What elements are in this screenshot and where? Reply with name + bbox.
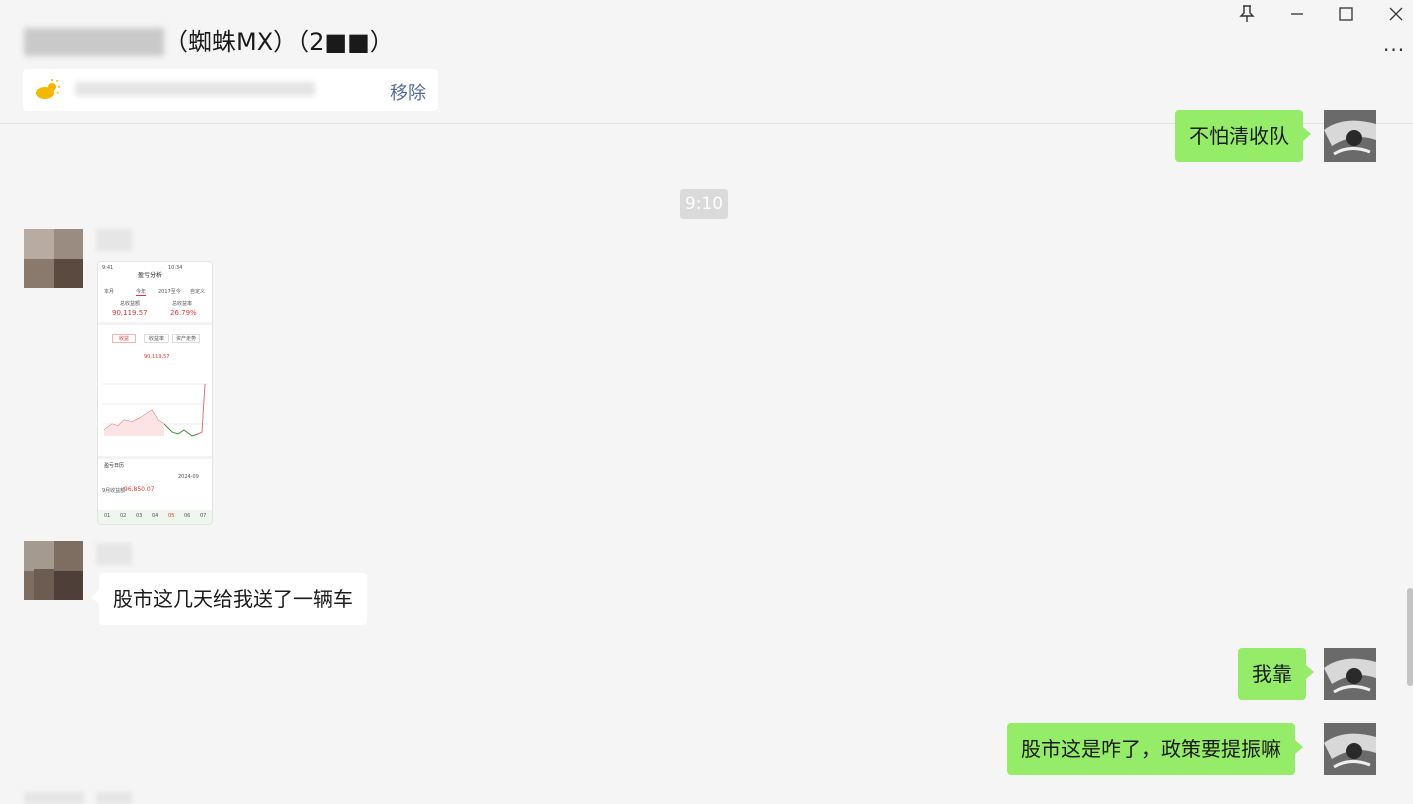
shot-day: 07 [200, 513, 207, 519]
shot-tab: 今年 [136, 289, 147, 295]
sender-nickname [96, 543, 132, 565]
message-timestamp: 9:10 [680, 189, 728, 219]
shot-day: 06 [184, 513, 191, 519]
avatar-other[interactable] [24, 541, 83, 600]
shot-tab: 2017至今 [158, 289, 181, 295]
more-icon[interactable]: ··· [1383, 38, 1405, 62]
avatar-mine[interactable] [1324, 648, 1376, 700]
pin-icon[interactable] [1224, 0, 1270, 28]
avatar-other[interactable] [24, 229, 83, 288]
minimize-icon[interactable] [1274, 0, 1320, 28]
close-icon[interactable] [1373, 0, 1413, 28]
shot-day: 03 [136, 513, 143, 519]
avatar-mine[interactable] [1324, 110, 1376, 162]
sender-nickname [96, 229, 132, 251]
shot-label: 总收益额 [120, 301, 141, 307]
shot-day: 05 [168, 513, 175, 519]
shot-label: 9月收益额 [102, 488, 126, 494]
avatar-mine[interactable] [1324, 723, 1376, 775]
message-bubble-mine[interactable]: 股市这是咋了，政策要提振嘛 [1007, 723, 1303, 775]
message-bubble-mine[interactable]: 我靠 [1238, 648, 1314, 700]
shot-value: 26.79% [170, 309, 197, 317]
shot-line-chart [102, 383, 208, 437]
shot-label: 总收益率 [172, 301, 193, 307]
message-bubble-other[interactable]: 股市这几天给我送了一辆车 [91, 573, 367, 625]
title-blurred: ■■■■■■ [24, 28, 164, 56]
notice-bar: ■■■■■■■■■■■■■■■ 移除 [23, 69, 438, 111]
shot-pill: 资产走势 [172, 334, 201, 343]
shot-value: 90,119.57 [112, 309, 148, 317]
shot-section-title: 盈亏日历 [104, 463, 125, 469]
notice-text: ■■■■■■■■■■■■■■■ [75, 82, 315, 96]
scrollbar[interactable] [1407, 588, 1413, 686]
message-bubble-mine[interactable]: 不怕清收队 [1175, 110, 1311, 162]
shot-mid-value: 90,119.57 [144, 354, 170, 360]
shot-day: 01 [104, 513, 111, 519]
chat-title: ■■■■■■ （蜘蛛MX）（2■■） [24, 24, 394, 60]
weather-icon [35, 79, 61, 105]
shot-tab: 自定义 [190, 289, 206, 295]
image-message[interactable]: 9:41 10:34 盈亏分析 本月 今年 2017至今 自定义 总收益额 总收… [98, 262, 212, 524]
shot-header: 盈亏分析 [138, 272, 163, 279]
title-text: （蜘蛛MX）（2■■） [164, 28, 394, 56]
shot-tab-underline [136, 295, 146, 296]
shot-pill: 收益率 [144, 334, 170, 343]
remove-button[interactable]: 移除 [390, 79, 426, 105]
avatar-partial [24, 792, 84, 804]
maximize-icon[interactable] [1323, 0, 1369, 28]
shot-month: 2024-09 [178, 474, 199, 480]
shot-day: 02 [120, 513, 127, 519]
sender-nickname [96, 792, 132, 804]
shot-day: 04 [152, 513, 159, 519]
shot-pill: 收益 [112, 334, 137, 343]
shot-value: 96,850.07 [124, 486, 155, 493]
shot-tab: 本月 [104, 289, 115, 295]
